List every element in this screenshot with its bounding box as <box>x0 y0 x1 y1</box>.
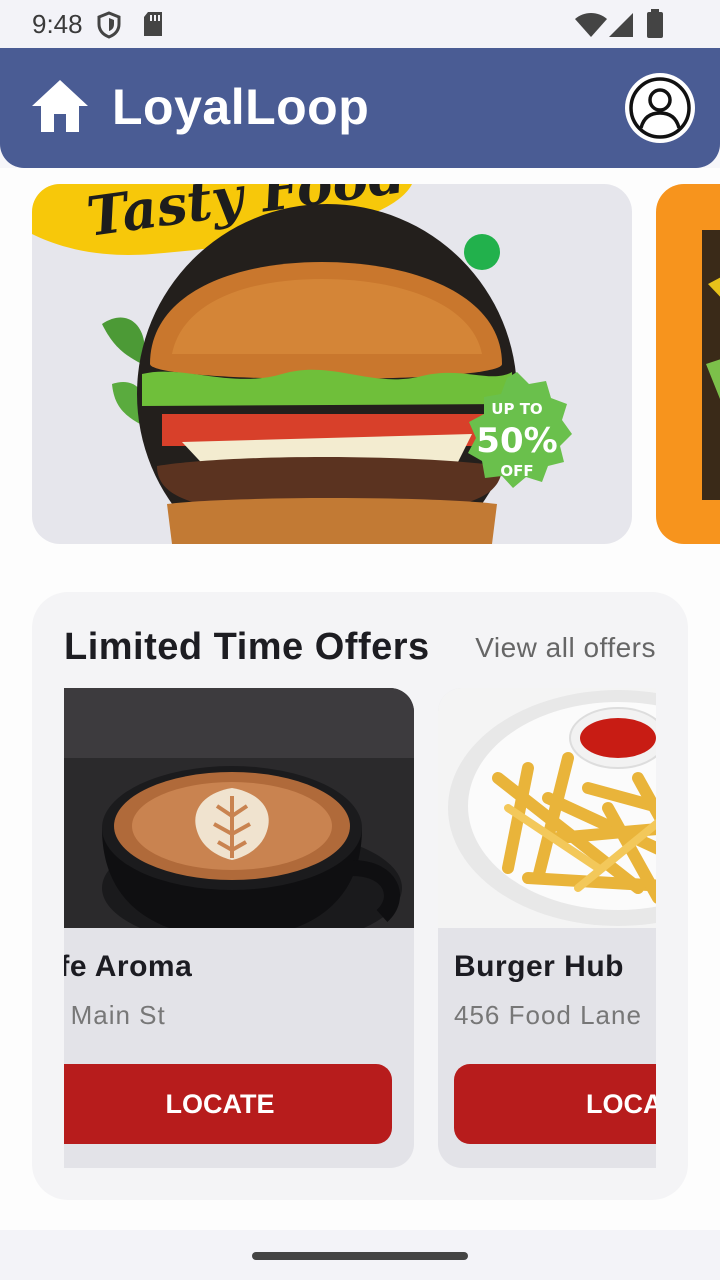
locate-button[interactable]: LOCATE <box>64 1064 392 1144</box>
app-bar: LoyalLoop <box>0 48 720 168</box>
offer-name: Cafe Aroma <box>64 950 193 983</box>
offer-address: 123 Main St <box>64 1000 166 1030</box>
badge-percent-text: 50% <box>476 421 557 461</box>
offer-card[interactable]: Cafe Aroma 123 Main St LOCATE <box>64 688 414 1168</box>
wifi-icon <box>575 13 607 37</box>
coffee-image <box>64 688 414 928</box>
battery-icon <box>647 9 663 38</box>
account-icon[interactable] <box>624 72 696 144</box>
offer-name: Burger Hub <box>454 950 624 983</box>
status-bar: 9:48 <box>0 0 720 48</box>
banner-image-2 <box>702 230 720 500</box>
badge-top-text: UP TO <box>491 400 542 418</box>
home-gesture-handle[interactable] <box>252 1252 468 1260</box>
main-content: Tasty Food UP TO 50% OFF Limited Time Of… <box>0 168 720 1230</box>
status-time: 9:48 <box>32 9 83 39</box>
shield-icon <box>97 11 121 39</box>
app-title: LoyalLoop <box>112 79 370 135</box>
promo-banner-2[interactable] <box>656 184 720 544</box>
view-all-offers-link[interactable]: View all offers <box>475 632 656 664</box>
fries-image <box>438 688 656 928</box>
sd-card-icon <box>144 12 162 36</box>
offer-address: 456 Food Lane <box>454 1000 642 1030</box>
locate-button[interactable]: LOCATE <box>454 1064 656 1144</box>
promo-banner-burger[interactable]: Tasty Food UP TO 50% OFF <box>32 184 632 544</box>
offers-carousel[interactable]: Cafe Aroma 123 Main St LOCATE <box>64 688 656 1168</box>
signal-icon <box>609 13 633 37</box>
burger-image: Tasty Food UP TO 50% OFF <box>32 184 572 544</box>
offer-card[interactable]: Burger Hub 456 Food Lane LOCATE <box>438 688 656 1168</box>
badge-bottom-text: OFF <box>500 462 533 480</box>
navigation-bar <box>0 1230 720 1280</box>
home-icon[interactable] <box>30 78 90 134</box>
offers-section: Limited Time Offers View all offers Caf <box>32 592 688 1200</box>
offers-title: Limited Time Offers <box>64 626 430 668</box>
